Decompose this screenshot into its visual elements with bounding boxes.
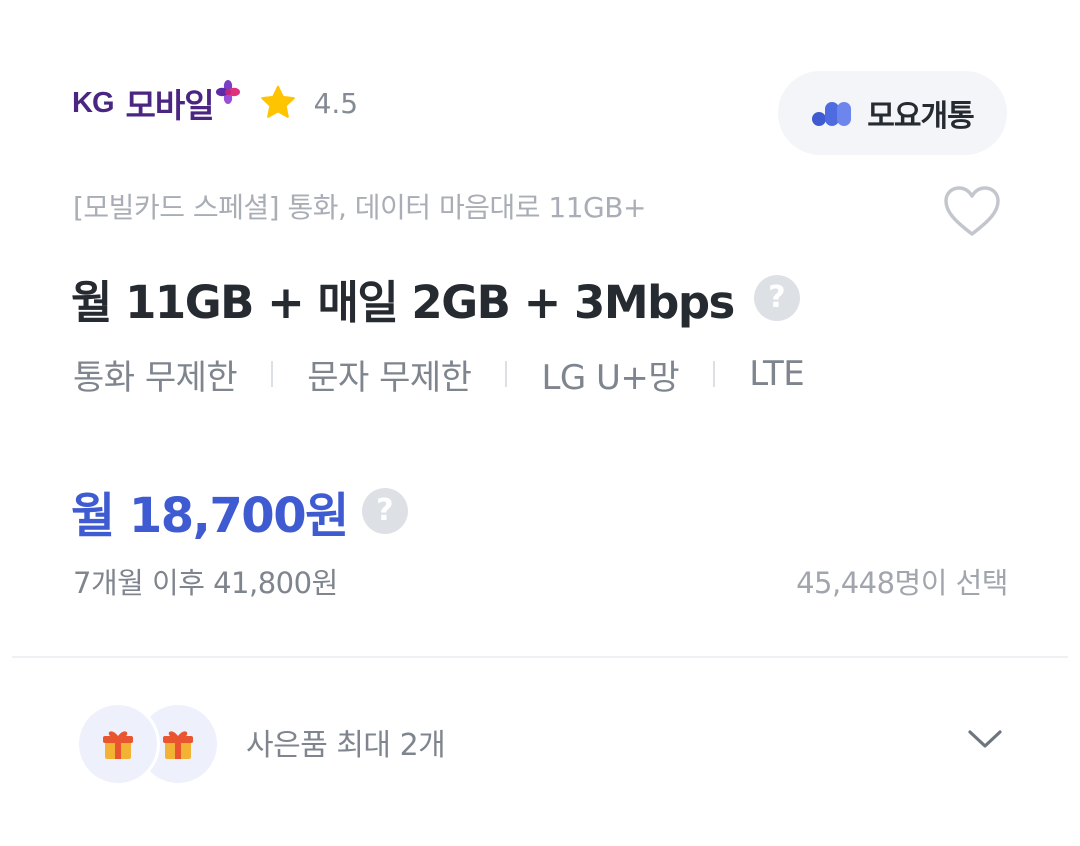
moyo-activation-button[interactable]: 모요개통 xyxy=(778,71,1007,155)
feature-divider xyxy=(271,361,274,387)
price-help-icon[interactable]: ? xyxy=(361,488,408,534)
feature-network: LG U+망 xyxy=(541,357,680,398)
brand-plus-logo-icon xyxy=(215,80,240,104)
feature-divider xyxy=(505,361,508,387)
plan-title-row: 월 11GB + 매일 2GB + 3Mbps ? xyxy=(71,266,800,330)
gift-label: 사은품 최대 2개 xyxy=(246,728,446,763)
gift-icon xyxy=(76,702,160,786)
plan-title: 월 11GB + 매일 2GB + 3Mbps xyxy=(71,275,735,329)
star-icon xyxy=(258,83,298,123)
price-row: 월 18,700원 ? xyxy=(71,478,408,544)
plan-help-icon[interactable]: ? xyxy=(753,275,800,321)
price-after-promo: 7개월 이후 41,800원 xyxy=(73,566,338,600)
moyo-logo-icon xyxy=(811,99,857,127)
chevron-down-icon[interactable] xyxy=(966,726,1004,752)
feature-generation: LTE xyxy=(749,354,805,394)
plan-subtitle: [모빌카드 스페셜] 통화, 데이터 마음대로 11GB+ xyxy=(73,191,646,224)
brand-name: 모바일 xyxy=(125,86,215,125)
section-divider xyxy=(12,656,1068,658)
moyo-button-label: 모요개통 xyxy=(867,99,974,134)
favorite-heart-icon[interactable] xyxy=(943,185,1001,239)
brand-prefix: KG xyxy=(72,86,114,119)
monthly-price: 월 18,700원 xyxy=(71,488,349,544)
plan-features: 통화 무제한 문자 무제한 LG U+망 LTE xyxy=(73,350,805,398)
rating-value: 4.5 xyxy=(313,86,359,120)
gift-accordion[interactable]: 사은품 최대 2개 xyxy=(0,690,1080,794)
carrier-brand: KG 모바일 4.5 xyxy=(72,78,358,128)
selected-count: 45,448명이 선택 xyxy=(796,566,1008,600)
feature-sms: 문자 무제한 xyxy=(307,357,472,398)
feature-divider xyxy=(713,361,716,387)
feature-call: 통화 무제한 xyxy=(73,357,238,398)
